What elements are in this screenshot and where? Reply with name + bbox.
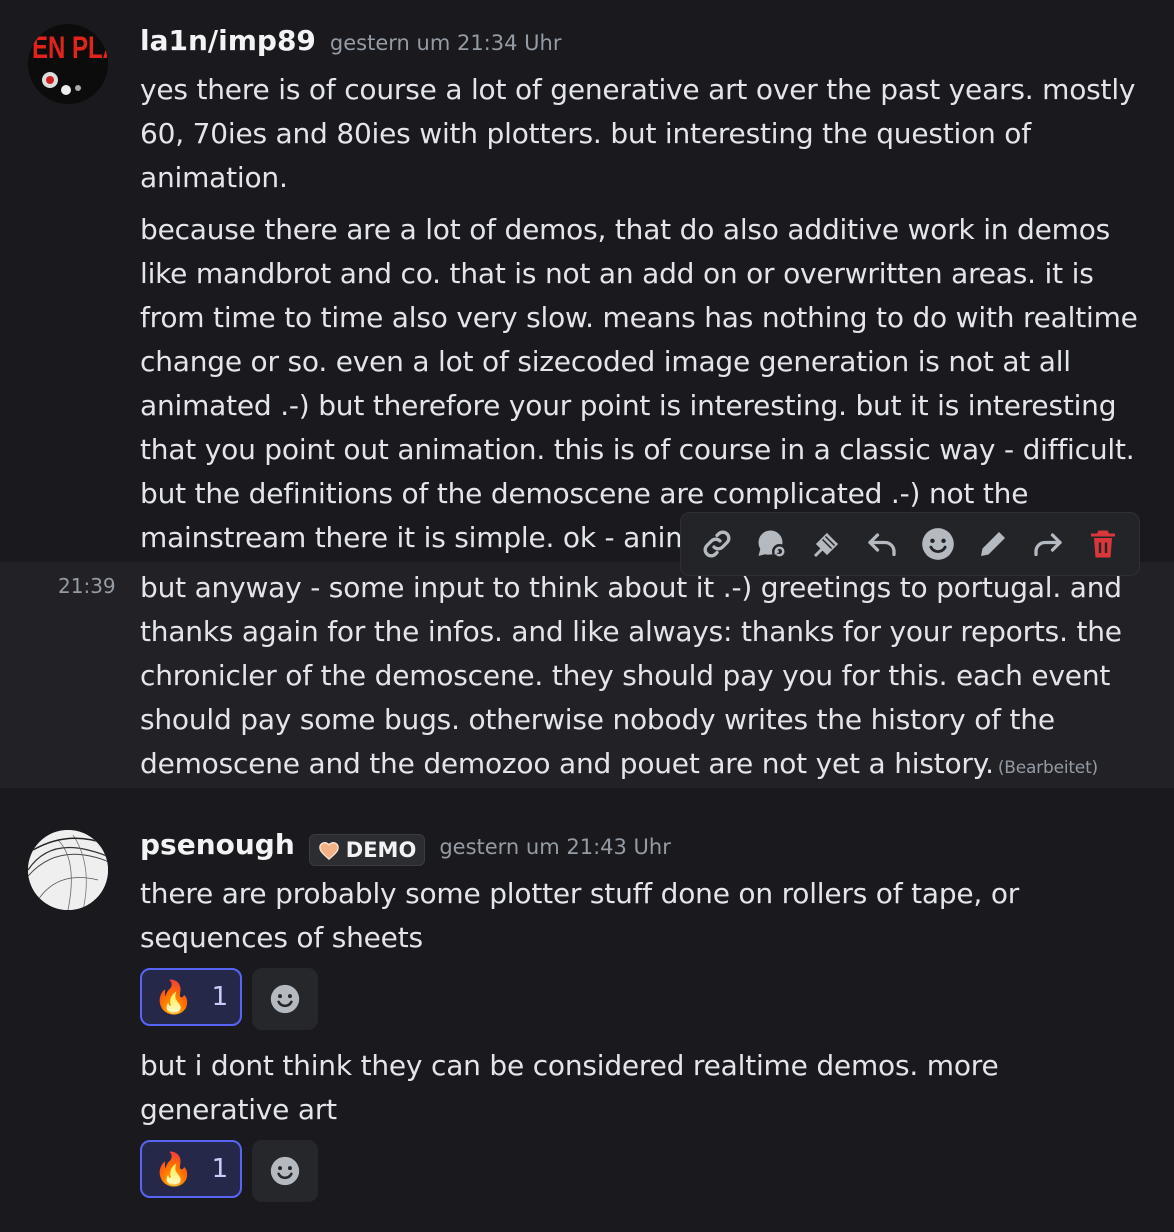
reply-icon[interactable] — [860, 522, 904, 566]
forward-icon[interactable] — [1026, 522, 1070, 566]
pin-icon[interactable] — [805, 522, 849, 566]
server-tag-badge[interactable]: DEMO — [308, 834, 426, 866]
delete-icon[interactable] — [1081, 522, 1125, 566]
reaction-fire[interactable]: 🔥 1 — [140, 968, 242, 1026]
followup-message: but anyway - some input to think about i… — [140, 566, 1140, 790]
reactions-row: 🔥 1 — [140, 1140, 1140, 1202]
reaction-count: 1 — [211, 982, 229, 1012]
copy-link-icon[interactable] — [695, 522, 739, 566]
username[interactable]: la1n/imp89 — [140, 24, 316, 57]
add-reaction-icon — [270, 1156, 300, 1186]
edit-icon[interactable] — [971, 522, 1015, 566]
message-text: but anyway - some input to think about i… — [140, 571, 1122, 780]
avatar-image — [28, 830, 108, 910]
add-reaction-button[interactable] — [252, 1140, 318, 1202]
avatar-image: VEN PLA — [28, 24, 108, 104]
thread-icon[interactable] — [750, 522, 794, 566]
message-text: there are probably some plotter stuff do… — [140, 877, 1020, 954]
reaction-fire[interactable]: 🔥 1 — [140, 1140, 242, 1198]
message-text: because there are a lot of demos, that d… — [140, 213, 1138, 554]
message-timestamp[interactable]: gestern um 21:34 Uhr — [330, 31, 562, 55]
add-reaction-button[interactable] — [252, 968, 318, 1030]
message-text: yes there is of course a lot of generati… — [140, 73, 1136, 194]
avatar[interactable] — [28, 830, 108, 910]
fire-icon: 🔥 — [153, 978, 194, 1016]
message-timestamp[interactable]: gestern um 21:43 Uhr — [439, 835, 671, 859]
username[interactable]: psenough — [140, 828, 295, 861]
fire-icon: 🔥 — [153, 1150, 194, 1188]
avatar[interactable]: VEN PLA — [28, 24, 108, 104]
message-actions-toolbar — [680, 512, 1140, 576]
message-text: but i dont think they can be considered … — [140, 1049, 999, 1126]
heart-icon — [319, 842, 339, 860]
edited-label: (Bearbeitet) — [997, 758, 1098, 778]
avatar-logo-text: VEN PLA — [28, 30, 108, 65]
reaction-count: 1 — [211, 1154, 229, 1184]
message-side-timestamp: 21:39 — [58, 574, 116, 598]
add-reaction-icon[interactable] — [916, 522, 960, 566]
reactions-row: 🔥 1 — [140, 968, 1140, 1030]
server-tag-label: DEMO — [345, 838, 417, 862]
add-reaction-icon — [270, 984, 300, 1014]
